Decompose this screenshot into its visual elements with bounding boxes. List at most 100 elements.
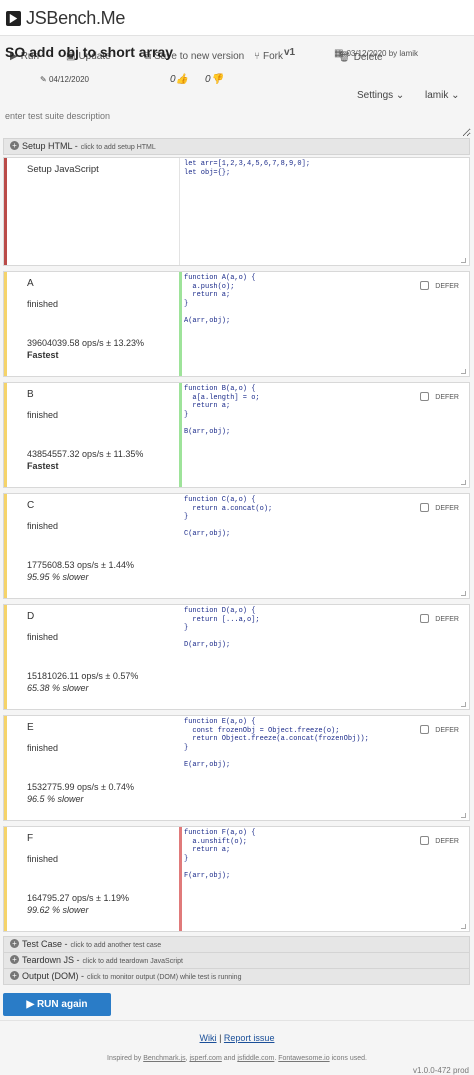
checkbox-icon	[420, 392, 430, 401]
case-status: finished	[27, 743, 59, 753]
checkbox-icon	[420, 725, 430, 734]
teardown-bar[interactable]: + Teardown JS - click to add teardown Java…	[3, 952, 470, 969]
defer-checkbox[interactable]: DEFER	[420, 279, 459, 290]
case-name[interactable]: D	[27, 611, 34, 622]
case-info: Afinished 39604039.58 ops/s ± 13.23% Faste…	[7, 272, 180, 376]
fontawesome-link[interactable]: Fontawesome.io	[278, 1055, 329, 1062]
code-line: }	[184, 624, 189, 632]
code-line: }	[184, 513, 189, 521]
app-logo[interactable]: JSBench.Me	[6, 8, 125, 29]
case-ops: 39604039.58 ops/s ± 13.23%	[27, 338, 145, 348]
resize-handle[interactable]	[461, 591, 466, 596]
like-button[interactable]: 0👍	[170, 74, 188, 85]
thumbs-up-icon: 👍	[175, 74, 189, 85]
credit-and: and	[223, 1055, 236, 1062]
setup-html-hint: click to add setup HTML	[80, 144, 156, 151]
report-issue-link[interactable]: Report issue	[224, 1033, 275, 1043]
defer-checkbox[interactable]: DEFER	[420, 723, 459, 734]
case-code-editor[interactable]: function A(a,o) { a.push(o); return a;} A…	[179, 272, 469, 376]
code-line: }	[184, 299, 189, 308]
play-icon: ▶	[26, 999, 35, 1010]
plus-circle-icon: +	[10, 141, 19, 150]
case-code-editor[interactable]: function F(a,o) { a.unshift(o); return a…	[179, 827, 469, 931]
resize-handle[interactable]	[461, 258, 466, 263]
version-label: v1	[284, 47, 296, 58]
case-rank: 65.38 % slower	[27, 683, 89, 693]
description-input[interactable]	[3, 109, 471, 137]
code-line: A(arr,obj);	[184, 316, 231, 325]
code-line: D(arr,obj);	[184, 641, 231, 649]
case-rank: 95.95 % slower	[27, 572, 89, 582]
resize-handle[interactable]	[461, 480, 466, 485]
resize-handle[interactable]	[461, 813, 466, 818]
checkbox-icon	[420, 836, 430, 845]
jsperf-link[interactable]: jsperf.com	[190, 1055, 222, 1062]
case-rank: Fastest	[27, 461, 59, 471]
logo-icon	[6, 11, 21, 26]
delete-button[interactable]: 🗑 Delete	[338, 52, 383, 63]
defer-checkbox[interactable]: DEFER	[420, 834, 459, 845]
test-case-bar[interactable]: + Test Case - click to add another test ca…	[3, 936, 470, 953]
defer-checkbox[interactable]: DEFER	[420, 612, 459, 623]
setup-js-code[interactable]: let arr=[1,2,3,4,5,6,7,8,9,0]; let obj={…	[180, 158, 469, 179]
case-name[interactable]: C	[27, 500, 34, 511]
case-ops: 15181026.11 ops/s ± 0.57%	[27, 671, 139, 681]
wiki-link[interactable]: Wiki	[200, 1033, 217, 1043]
plus-circle-icon: +	[10, 939, 19, 948]
page-title: SO add obj to short array	[5, 44, 174, 60]
case-status: finished	[27, 632, 59, 642]
run-again-button[interactable]: ▶ RUN again	[3, 993, 111, 1016]
credit-suffix: icons used.	[331, 1055, 367, 1062]
resize-handle[interactable]	[461, 369, 466, 374]
case-code-editor[interactable]: function E(a,o) { const frozenObj = Obje…	[179, 716, 469, 820]
output-bar[interactable]: + Output (DOM) - click to monitor output (…	[3, 968, 470, 985]
case-name[interactable]: A	[27, 278, 34, 289]
defer-label: DEFER	[435, 838, 459, 845]
defer-checkbox[interactable]: DEFER	[420, 501, 459, 512]
case-code-indicator	[179, 716, 182, 820]
setup-js-label-col: Setup JavaScript	[7, 158, 180, 265]
code-line: }	[184, 743, 189, 752]
created-date-text: 04/12/2020	[48, 75, 89, 84]
test-case-panel: Dfinished 15181026.11 ops/s ± 0.57% 65.38 …	[3, 604, 470, 710]
case-status: finished	[27, 521, 59, 531]
plus-circle-icon: +	[10, 971, 19, 980]
resize-handle[interactable]	[461, 924, 466, 929]
code-line: C(arr,obj);	[184, 530, 231, 538]
teardown-label: Teardown JS	[22, 955, 75, 965]
trash-icon: 🗑	[338, 52, 351, 63]
test-case-label: Test Case	[22, 939, 63, 949]
user-dropdown[interactable]: lamik ⌄	[425, 90, 460, 101]
fork-button[interactable]: ⑂ Fork	[254, 51, 283, 62]
test-case-panel: Efinished 1532775.99 ops/s ± 0.74% 96.5 % …	[3, 715, 470, 821]
case-name[interactable]: B	[27, 389, 34, 400]
case-code-editor[interactable]: function B(a,o) { a[a.length] = o; retur…	[179, 383, 469, 487]
defer-checkbox[interactable]: DEFER	[420, 390, 459, 401]
case-name[interactable]: E	[27, 722, 34, 733]
case-code-editor[interactable]: function D(a,o) { return [...a,o];} D(arr…	[179, 605, 469, 709]
case-ops: 1532775.99 ops/s ± 0.74%	[27, 782, 135, 792]
benchmarkjs-link[interactable]: Benchmark.js	[143, 1055, 185, 1062]
settings-dropdown[interactable]: Settings ⌄	[357, 90, 404, 101]
setup-js-editor[interactable]: let arr=[1,2,3,4,5,6,7,8,9,0]; let obj={…	[179, 158, 469, 265]
case-code-indicator	[179, 383, 182, 487]
setup-js-panel: Setup JavaScript let arr=[1,2,3,4,5,6,7,…	[3, 157, 470, 266]
checkbox-icon	[420, 503, 430, 512]
dislike-button[interactable]: 0👎	[205, 74, 223, 85]
defer-label: DEFER	[435, 505, 459, 512]
setup-html-bar[interactable]: + Setup HTML - click to add setup HTML	[3, 138, 470, 155]
case-code-editor[interactable]: function C(a,o) { return a.concat(o);} C(…	[179, 494, 469, 598]
footer-separator: |	[219, 1033, 222, 1043]
app-version: v1.0.0-472 prod	[412, 1066, 469, 1075]
case-info: Efinished 1532775.99 ops/s ± 0.74% 96.5 % …	[7, 716, 180, 820]
checkbox-icon	[420, 614, 430, 623]
user-label: lamik	[425, 90, 449, 101]
resize-handle[interactable]	[461, 702, 466, 707]
plus-circle-icon: +	[10, 955, 19, 964]
case-name[interactable]: F	[27, 833, 33, 844]
setup-js-label: Setup JavaScript	[27, 164, 99, 175]
jsfiddle-link[interactable]: jsfiddle.com	[237, 1055, 274, 1062]
